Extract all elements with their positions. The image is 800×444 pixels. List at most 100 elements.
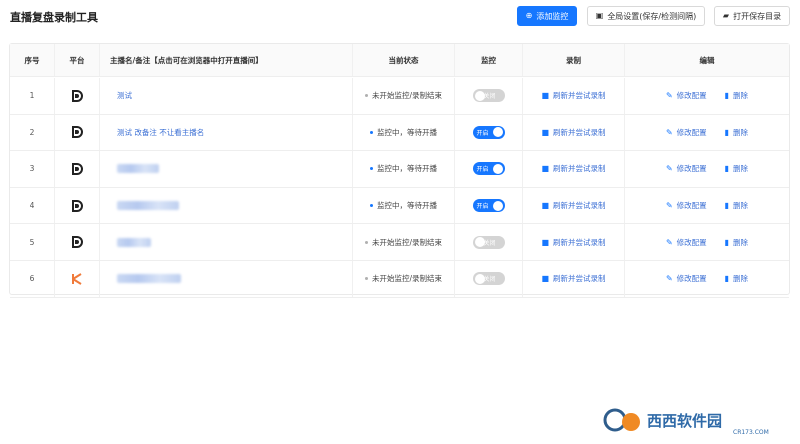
trash-icon: ▮ <box>724 237 730 247</box>
header-index: 序号 <box>10 44 55 76</box>
status-text: 未开始监控/录制结束 <box>371 274 443 284</box>
status-text: 监控中，等待开播 <box>377 127 437 137</box>
delete-button[interactable]: ▮ 删除 <box>725 90 748 101</box>
row-index-text: 4 <box>29 201 35 211</box>
global-settings-label: 全局设置(保存/检测间隔) <box>607 11 697 21</box>
toggle-knob <box>474 273 485 284</box>
monitor-toggle-label: 关闭 <box>483 239 496 247</box>
edit-config-label: 修改配置 <box>676 237 707 247</box>
watermark-sub: CR173.COM <box>733 429 769 436</box>
refresh-record-button[interactable]: ■ 刷新并尝试录制 <box>541 163 605 174</box>
video-camera-icon: ■ <box>541 91 550 101</box>
douyin-logo-icon <box>71 162 84 175</box>
refresh-record-label: 刷新并尝试录制 <box>553 201 606 211</box>
status-text: 监控中，等待开播 <box>377 164 437 174</box>
edit-config-button[interactable]: ✎ 修改配置 <box>666 127 707 138</box>
row-edit: ✎ 修改配置 ▮ 删除 <box>625 115 789 151</box>
monitor-toggle[interactable]: 开启 <box>472 125 505 139</box>
monitor-toggle[interactable]: 开启 <box>472 199 505 213</box>
douyin-logo-icon <box>71 236 84 249</box>
pencil-icon: ✎ <box>665 91 673 101</box>
add-monitor-label: 添加监控 <box>536 11 569 21</box>
status-text: 未开始监控/录制结束 <box>371 91 443 101</box>
status-dot <box>370 167 373 171</box>
delete-button[interactable]: ▮ 删除 <box>725 237 748 248</box>
row-monitor: 开启 <box>455 187 523 224</box>
open-save-dir-label: 打开保存目录 <box>733 11 782 21</box>
header-platform: 平台 <box>55 44 100 76</box>
row-monitor: 关闭 <box>455 261 523 297</box>
row-index: 5 <box>10 224 55 260</box>
streamer-name-blurred[interactable] <box>117 164 159 174</box>
refresh-record-button[interactable]: ■ 刷新并尝试录制 <box>541 90 605 101</box>
streamer-name-link[interactable]: 测试 <box>117 90 132 101</box>
row-name: 测试 改备注 不让看主播名 <box>100 114 353 151</box>
global-settings-button[interactable]: ▣ 全局设置(保存/检测间隔) <box>587 6 705 26</box>
row-record: ■ 刷新并尝试录制 <box>523 114 625 151</box>
table-row: 6 未开始监控/录制结束 关闭 ■ 刷新并尝试录制 ✎ 修改配置 ▮ 删除 <box>10 261 789 298</box>
row-edit: ✎ 修改配置 ▮ 删除 <box>625 151 789 187</box>
toggle-knob <box>492 163 503 174</box>
toggle-knob <box>492 127 503 138</box>
refresh-record-button[interactable]: ■ 刷新并尝试录制 <box>541 200 605 211</box>
edit-config-label: 修改配置 <box>676 164 707 174</box>
toggle-knob <box>492 200 503 211</box>
row-index: 3 <box>10 151 55 187</box>
header-status: 当前状态 <box>353 44 455 76</box>
row-index-text: 1 <box>29 91 35 101</box>
delete-button[interactable]: ▮ 删除 <box>725 163 748 174</box>
video-camera-icon: ■ <box>541 127 550 137</box>
table-row: 4 监控中，等待开播 开启 ■ 刷新并尝试录制 ✎ 修改配置 ▮ 删除 <box>10 187 789 225</box>
row-status: 监控中，等待开播 <box>353 187 455 224</box>
toggle-knob <box>474 237 485 248</box>
edit-config-button[interactable]: ✎ 修改配置 <box>666 273 707 284</box>
status-dot <box>370 130 373 134</box>
monitor-toggle[interactable]: 关闭 <box>472 89 505 103</box>
streamer-name-blurred[interactable] <box>117 274 181 284</box>
edit-config-button[interactable]: ✎ 修改配置 <box>666 163 707 174</box>
settings-icon: ▣ <box>595 11 604 20</box>
delete-button[interactable]: ▮ 删除 <box>725 200 748 211</box>
video-camera-icon: ■ <box>541 164 550 174</box>
row-edit: ✎ 修改配置 ▮ 删除 <box>625 224 789 260</box>
trash-icon: ▮ <box>724 274 730 284</box>
monitor-toggle[interactable]: 开启 <box>472 162 505 176</box>
monitor-toggle-label: 关闭 <box>483 93 496 101</box>
delete-button[interactable]: ▮ 删除 <box>725 273 748 284</box>
streamer-name-link[interactable]: 测试 改备注 不让看主播名 <box>117 127 204 138</box>
video-camera-icon: ■ <box>541 274 550 284</box>
douyin-logo-icon <box>71 126 84 139</box>
add-monitor-button[interactable]: ⊕ 添加监控 <box>517 6 577 26</box>
streamer-name-blurred[interactable] <box>117 237 151 247</box>
delete-button[interactable]: ▮ 删除 <box>725 127 748 138</box>
refresh-record-button[interactable]: ■ 刷新并尝试录制 <box>541 273 605 284</box>
edit-config-label: 修改配置 <box>676 91 707 101</box>
edit-config-label: 修改配置 <box>676 201 707 211</box>
refresh-record-button[interactable]: ■ 刷新并尝试录制 <box>541 237 605 248</box>
row-name <box>100 261 353 297</box>
table-row: 3 监控中，等待开播 开启 ■ 刷新并尝试录制 ✎ 修改配置 ▮ 删除 <box>10 151 789 188</box>
video-camera-icon: ■ <box>541 237 550 247</box>
pencil-icon: ✎ <box>665 237 673 247</box>
delete-label: 删除 <box>733 127 749 137</box>
monitor-toggle[interactable]: 关闭 <box>472 272 505 286</box>
plus-circle-icon: ⊕ <box>525 11 533 20</box>
edit-config-button[interactable]: ✎ 修改配置 <box>666 90 707 101</box>
edit-config-button[interactable]: ✎ 修改配置 <box>666 237 707 248</box>
refresh-record-label: 刷新并尝试录制 <box>553 237 606 247</box>
row-status: 未开始监控/录制结束 <box>353 224 455 260</box>
trash-icon: ▮ <box>724 127 730 137</box>
edit-config-button[interactable]: ✎ 修改配置 <box>666 200 707 211</box>
delete-label: 删除 <box>733 237 749 247</box>
douyin-logo-icon <box>71 89 84 102</box>
table-header: 序号 平台 主播名/备注【点击可在浏览器中打开直播间】 当前状态 监控 录制 编… <box>10 44 789 77</box>
row-edit: ✎ 修改配置 ▮ 删除 <box>625 261 789 297</box>
refresh-record-button[interactable]: ■ 刷新并尝试录制 <box>541 127 605 138</box>
row-monitor: 开启 <box>455 114 523 151</box>
open-save-dir-button[interactable]: ▰ 打开保存目录 <box>714 6 790 26</box>
monitor-toggle[interactable]: 关闭 <box>472 235 505 249</box>
row-edit: ✎ 修改配置 ▮ 删除 <box>625 188 789 224</box>
watermark-text: 西西软件园 <box>647 412 722 430</box>
streamer-name-blurred[interactable] <box>117 201 179 211</box>
row-status: 监控中，等待开播 <box>353 114 455 151</box>
